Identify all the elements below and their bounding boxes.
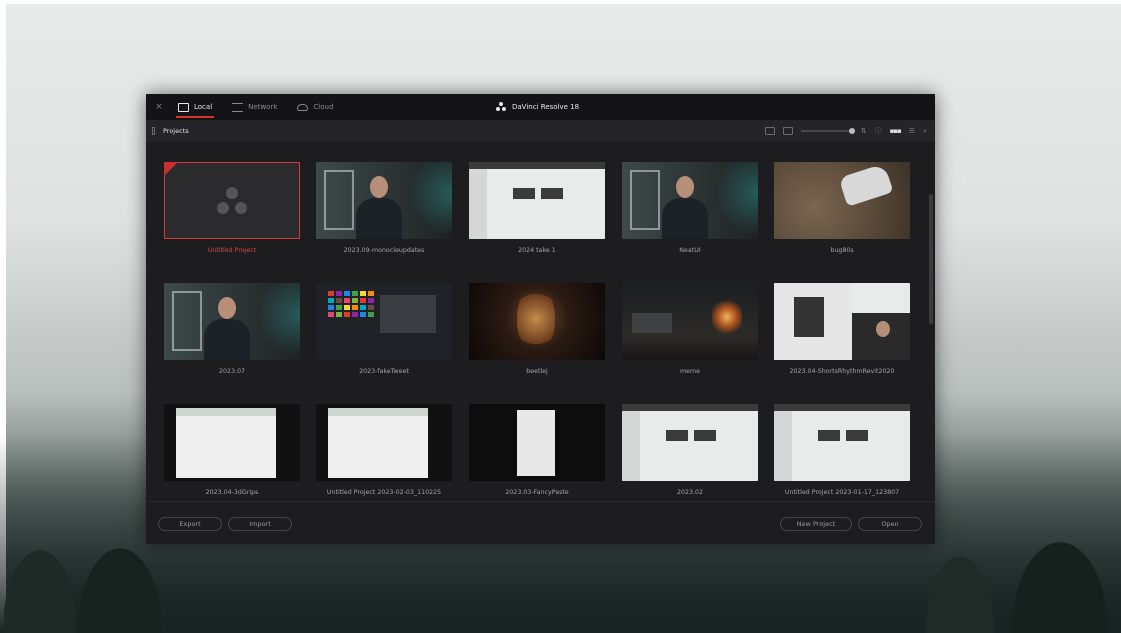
project-name: Untitled Project <box>207 247 257 254</box>
project-name: 2023.02 <box>676 489 704 496</box>
new-badge-icon <box>164 162 178 176</box>
project-thumbnail[interactable] <box>316 283 452 360</box>
project-thumbnail[interactable] <box>622 162 758 239</box>
new-project-button[interactable]: New Project <box>780 517 852 531</box>
project-thumbnail[interactable] <box>774 404 910 481</box>
project-thumbnail[interactable] <box>774 283 910 360</box>
network-icon <box>232 102 244 112</box>
app-title-text: DaVinci Resolve 18 <box>512 103 580 111</box>
tab-local[interactable]: Local <box>168 94 222 120</box>
project-card[interactable]: 2023.03-FancyPaste <box>469 404 605 496</box>
info-icon[interactable]: ⓘ <box>875 126 882 136</box>
project-name: 2023.04-ShortsRhythmRevit2020 <box>789 368 895 375</box>
davinci-logo-icon <box>217 186 247 215</box>
app-title: DaVinci Resolve 18 <box>496 94 579 120</box>
project-grid: Untitled Project 2023.09-monocleupdates 20… <box>146 142 935 501</box>
vertical-scrollbar[interactable] <box>929 194 933 324</box>
project-card[interactable]: NeatUI <box>622 162 758 254</box>
project-name: beetlej <box>526 368 548 375</box>
hard-drive-icon <box>178 102 189 112</box>
project-name: bug80s <box>830 247 854 254</box>
project-thumbnail[interactable] <box>622 404 758 481</box>
project-card[interactable]: meme <box>622 283 758 375</box>
image-view-icon[interactable] <box>782 127 793 135</box>
tab-cloud[interactable]: Cloud <box>287 94 343 120</box>
tab-cloud-label: Cloud <box>313 103 334 111</box>
project-card[interactable]: bug80s <box>774 162 910 254</box>
project-card[interactable]: Untitled Project 2023-01-17_123807 <box>774 404 910 496</box>
project-card[interactable]: 2023.02 <box>622 404 758 496</box>
search-icon[interactable]: ⌕ <box>923 127 927 136</box>
project-thumbnail[interactable] <box>316 162 452 239</box>
tab-network[interactable]: Network <box>222 94 287 120</box>
project-thumbnail[interactable] <box>469 404 605 481</box>
project-name: 2023.09-monocleupdates <box>343 247 425 254</box>
project-card[interactable]: 2023.04-3dGrips <box>164 404 300 496</box>
project-card[interactable]: Untitled Project <box>164 162 300 254</box>
thumbnail-size-slider[interactable] <box>800 128 855 134</box>
project-name: 2023.04-3dGrips <box>205 489 259 496</box>
project-card[interactable]: Untitled Project 2023-02-03_110225 <box>316 404 452 496</box>
project-thumbnail[interactable] <box>164 283 300 360</box>
project-name: NeatUI <box>679 247 701 254</box>
davinci-logo-icon <box>496 102 506 112</box>
import-button[interactable]: Import <box>228 517 292 531</box>
project-name: 2024 take 1 <box>518 247 556 254</box>
project-card[interactable]: 2023.09-monocleupdates <box>316 162 452 254</box>
project-thumbnail[interactable] <box>774 162 910 239</box>
project-thumbnail[interactable] <box>469 283 605 360</box>
project-name: meme <box>679 368 701 375</box>
sidebar-toggle-icon[interactable] <box>152 127 155 135</box>
section-label: Projects <box>163 127 189 135</box>
project-name: 2023.03-FancyPaste <box>505 489 569 496</box>
project-card[interactable]: 2023.04-ShortsRhythmRevit2020 <box>774 283 910 375</box>
tab-network-label: Network <box>248 103 278 111</box>
grid-view-icon[interactable]: ▪▪▪ <box>890 127 902 135</box>
footer-bar: Export Import New Project Open <box>146 501 935 544</box>
screen-border-top <box>0 0 1121 4</box>
project-name: Untitled Project 2023-01-17_123807 <box>784 489 900 496</box>
title-bar: × Local Network Cloud DaVinci Resolve 18 <box>146 94 935 120</box>
project-card[interactable]: 2024 take 1 <box>469 162 605 254</box>
project-name: 2023.07 <box>218 368 246 375</box>
close-icon[interactable]: × <box>150 102 168 112</box>
project-manager-window: × Local Network Cloud DaVinci Resolve 18… <box>146 94 935 544</box>
new-folder-icon[interactable] <box>764 127 775 135</box>
projects-toolbar: Projects ⇅ ⓘ ▪▪▪ ☰ ⌕ <box>146 120 935 142</box>
project-card[interactable]: 2023.07 <box>164 283 300 375</box>
toolbar-tools: ⇅ ⓘ ▪▪▪ ☰ ⌕ <box>764 120 927 142</box>
cloud-icon <box>297 103 309 111</box>
tab-local-label: Local <box>194 103 213 111</box>
project-thumbnail[interactable] <box>164 162 300 239</box>
project-thumbnail[interactable] <box>316 404 452 481</box>
project-card[interactable]: 2023-fakeTweet <box>316 283 452 375</box>
slider-knob[interactable] <box>848 128 855 134</box>
project-name: 2023-fakeTweet <box>359 368 409 375</box>
project-name: Untitled Project 2023-02-03_110225 <box>326 489 442 496</box>
project-thumbnail[interactable] <box>469 162 605 239</box>
export-button[interactable]: Export <box>158 517 222 531</box>
project-thumbnail[interactable] <box>164 404 300 481</box>
open-button[interactable]: Open <box>858 517 922 531</box>
project-thumbnail[interactable] <box>622 283 758 360</box>
list-view-icon[interactable]: ☰ <box>909 127 915 135</box>
project-card[interactable]: beetlej <box>469 283 605 375</box>
sort-icon[interactable]: ⇅ <box>861 127 867 135</box>
